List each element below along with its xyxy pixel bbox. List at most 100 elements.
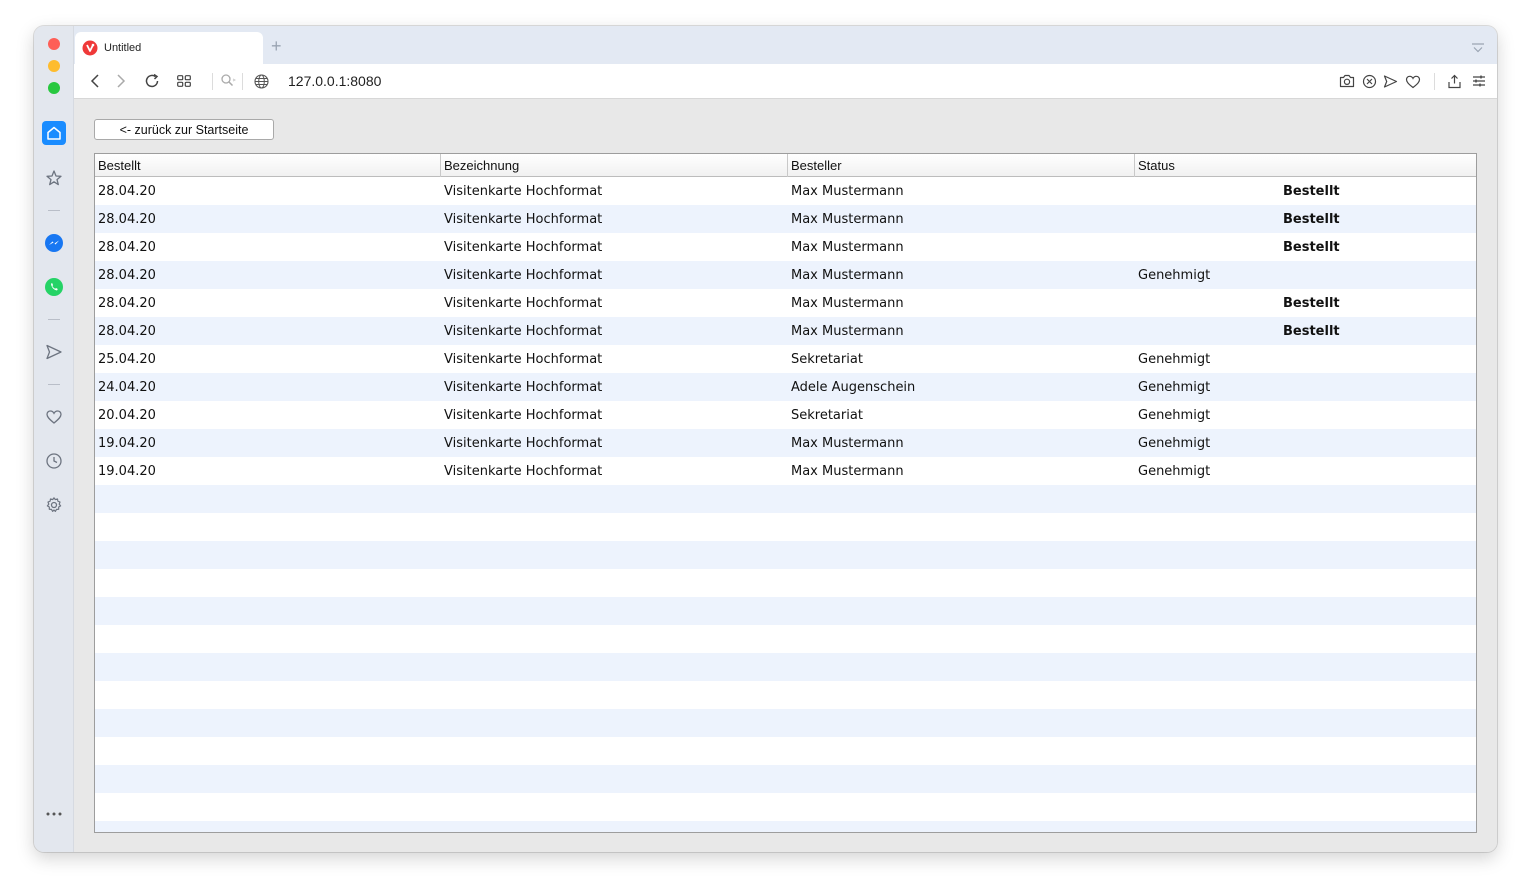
reload-icon[interactable] bbox=[143, 72, 161, 90]
table-row[interactable]: 24.04.20 Visitenkarte Hochformat Adele Aug… bbox=[95, 373, 1476, 401]
empty-row bbox=[95, 737, 1476, 765]
sidebar-separator bbox=[48, 210, 60, 211]
empty-row bbox=[95, 597, 1476, 625]
cell-bestellt: 20.04.20 bbox=[98, 408, 156, 423]
messenger-icon[interactable] bbox=[42, 231, 66, 255]
empty-row bbox=[95, 625, 1476, 653]
cell-status-bestellt bbox=[1280, 345, 1283, 373]
cell-besteller: Max Mustermann bbox=[791, 324, 904, 339]
send-icon[interactable] bbox=[42, 340, 66, 364]
block-icon[interactable] bbox=[1360, 72, 1378, 90]
cell-besteller: Max Mustermann bbox=[791, 184, 904, 199]
empty-row bbox=[95, 793, 1476, 821]
cell-besteller: Max Mustermann bbox=[791, 436, 904, 451]
table-row[interactable]: 28.04.20 Visitenkarte Hochformat Max Muste… bbox=[95, 317, 1476, 345]
column-header-bezeichnung[interactable]: Bezeichnung bbox=[441, 154, 788, 177]
empty-row bbox=[95, 541, 1476, 569]
cell-status-genehmigt: Genehmigt bbox=[1138, 268, 1211, 283]
cell-bestellt: 28.04.20 bbox=[98, 212, 156, 227]
toolbar-separator bbox=[1434, 73, 1435, 90]
cell-status-genehmigt bbox=[1135, 205, 1138, 233]
cell-status-bestellt: Bestellt bbox=[1283, 184, 1340, 199]
share-icon[interactable] bbox=[1445, 72, 1463, 90]
tiles-icon[interactable] bbox=[175, 72, 193, 90]
heart-icon[interactable] bbox=[1404, 72, 1422, 90]
vivaldi-favicon-icon bbox=[82, 40, 98, 56]
table-header: Bestellt Bezeichnung Besteller Status bbox=[95, 154, 1476, 177]
cell-besteller: Max Mustermann bbox=[791, 212, 904, 227]
cell-bestellt: 19.04.20 bbox=[98, 464, 156, 479]
more-icon[interactable] bbox=[42, 802, 66, 826]
star-icon[interactable] bbox=[42, 166, 66, 190]
address-toolbar: 127.0.0.1:8080 bbox=[74, 64, 1497, 99]
globe-icon[interactable] bbox=[252, 72, 270, 90]
send-icon[interactable] bbox=[1381, 72, 1399, 90]
cell-status-genehmigt bbox=[1135, 177, 1138, 205]
cell-status-bestellt: Bestellt bbox=[1283, 212, 1340, 227]
empty-row bbox=[95, 513, 1476, 541]
tab-menu-icon[interactable] bbox=[1471, 40, 1485, 58]
home-icon[interactable] bbox=[42, 121, 66, 145]
settings-sliders-icon[interactable] bbox=[1470, 72, 1488, 90]
gear-icon[interactable] bbox=[42, 493, 66, 517]
cell-status-bestellt bbox=[1280, 429, 1283, 457]
cell-status-genehmigt bbox=[1135, 233, 1138, 261]
tab-untitled[interactable]: Untitled bbox=[75, 32, 263, 64]
cell-status-genehmigt bbox=[1135, 289, 1138, 317]
search-engine-icon[interactable] bbox=[219, 72, 237, 90]
cell-status-genehmigt: Genehmigt bbox=[1138, 380, 1211, 395]
page-content: <- zurück zur Startseite Bestellt Bezeic… bbox=[74, 99, 1497, 852]
camera-icon[interactable] bbox=[1338, 72, 1356, 90]
cell-bestellt: 28.04.20 bbox=[98, 268, 156, 283]
table-row[interactable]: 28.04.20 Visitenkarte Hochformat Max Muste… bbox=[95, 233, 1476, 261]
table-row[interactable]: 25.04.20 Visitenkarte Hochformat Sekretari… bbox=[95, 345, 1476, 373]
cell-status-genehmigt: Genehmigt bbox=[1138, 352, 1211, 367]
table-row[interactable]: 28.04.20 Visitenkarte Hochformat Max Muste… bbox=[95, 261, 1476, 289]
cell-besteller: Adele Augenschein bbox=[791, 380, 916, 395]
close-window-button[interactable] bbox=[48, 38, 60, 50]
back-icon[interactable] bbox=[86, 72, 104, 90]
cell-besteller: Max Mustermann bbox=[791, 464, 904, 479]
cell-bestellt: 25.04.20 bbox=[98, 352, 156, 367]
column-header-status[interactable]: Status bbox=[1135, 154, 1476, 177]
column-header-besteller[interactable]: Besteller bbox=[788, 154, 1135, 177]
cell-besteller: Max Mustermann bbox=[791, 296, 904, 311]
toolbar-separator bbox=[242, 73, 243, 90]
forward-icon[interactable] bbox=[112, 72, 130, 90]
minimize-window-button[interactable] bbox=[48, 60, 60, 72]
column-header-bestellt[interactable]: Bestellt bbox=[95, 154, 441, 177]
cell-status-bestellt bbox=[1280, 457, 1283, 485]
cell-bestellt: 24.04.20 bbox=[98, 380, 156, 395]
table-row[interactable]: 19.04.20 Visitenkarte Hochformat Max Muste… bbox=[95, 429, 1476, 457]
empty-row bbox=[95, 653, 1476, 681]
sidebar-separator bbox=[48, 319, 60, 320]
maximize-window-button[interactable] bbox=[48, 82, 60, 94]
table-row[interactable]: 19.04.20 Visitenkarte Hochformat Max Muste… bbox=[95, 457, 1476, 485]
cell-bestellt: 28.04.20 bbox=[98, 296, 156, 311]
cell-bezeichnung: Visitenkarte Hochformat bbox=[444, 184, 603, 199]
table-row[interactable]: 20.04.20 Visitenkarte Hochformat Sekretari… bbox=[95, 401, 1476, 429]
table-row[interactable]: 28.04.20 Visitenkarte Hochformat Max Muste… bbox=[95, 205, 1476, 233]
url-field[interactable]: 127.0.0.1:8080 bbox=[288, 73, 381, 89]
table-row[interactable]: 28.04.20 Visitenkarte Hochformat Max Muste… bbox=[95, 177, 1476, 205]
cell-bezeichnung: Visitenkarte Hochformat bbox=[444, 436, 603, 451]
browser-window: Untitled + 127.0.0.1:8080 <- zurück zur … bbox=[34, 26, 1497, 852]
back-to-start-button[interactable]: <- zurück zur Startseite bbox=[94, 119, 274, 140]
clock-icon[interactable] bbox=[42, 449, 66, 473]
cell-bestellt: 28.04.20 bbox=[98, 324, 156, 339]
empty-row bbox=[95, 709, 1476, 737]
cell-status-bestellt bbox=[1280, 373, 1283, 401]
cell-bestellt: 19.04.20 bbox=[98, 436, 156, 451]
heart-icon[interactable] bbox=[42, 405, 66, 429]
new-tab-button[interactable]: + bbox=[271, 36, 282, 57]
table-row[interactable]: 28.04.20 Visitenkarte Hochformat Max Muste… bbox=[95, 289, 1476, 317]
whatsapp-icon[interactable] bbox=[42, 275, 66, 299]
empty-row bbox=[95, 765, 1476, 793]
cell-status-genehmigt: Genehmigt bbox=[1138, 436, 1211, 451]
empty-row bbox=[95, 821, 1476, 832]
empty-row bbox=[95, 485, 1476, 513]
toolbar-separator bbox=[212, 73, 213, 90]
cell-bezeichnung: Visitenkarte Hochformat bbox=[444, 212, 603, 227]
cell-status-genehmigt: Genehmigt bbox=[1138, 464, 1211, 479]
cell-status-bestellt: Bestellt bbox=[1283, 296, 1340, 311]
